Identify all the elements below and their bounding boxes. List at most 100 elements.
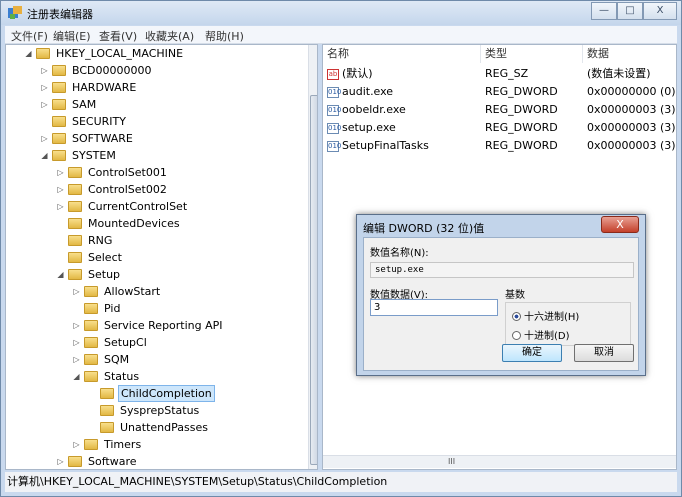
tree-node[interactable]: ▷ ControlSet001 bbox=[6, 164, 306, 181]
expand-arrow-icon[interactable]: ▷ bbox=[72, 321, 81, 330]
close-button[interactable]: X bbox=[643, 2, 677, 20]
expand-arrow-icon[interactable]: ▷ bbox=[56, 185, 65, 194]
base-group-label: 基数 bbox=[505, 290, 525, 301]
tree-node[interactable]: UnattendPasses bbox=[6, 419, 306, 436]
value-row-type[interactable]: REG_DWORD bbox=[485, 137, 583, 155]
registry-tree[interactable]: ▷ Software ▷ Timers UnattendPasses SysprepSta… bbox=[5, 44, 318, 470]
menu-view[interactable]: 查看(V) bbox=[99, 28, 137, 44]
tree-node[interactable]: ▷ CurrentControlSet bbox=[6, 198, 306, 215]
value-row-type[interactable]: REG_SZ bbox=[485, 65, 583, 83]
folder-icon bbox=[68, 201, 82, 212]
regedit-app-icon bbox=[8, 6, 22, 19]
value-row-data[interactable]: 0x00000003 (3) bbox=[587, 137, 676, 155]
tree-node-label: SetupCl bbox=[104, 336, 147, 349]
tree-node[interactable]: ▷ SetupCl bbox=[6, 334, 306, 351]
dialog-close-button[interactable]: X bbox=[601, 216, 639, 233]
expand-arrow-icon[interactable]: ▷ bbox=[40, 66, 49, 75]
tree-node[interactable]: RNG bbox=[6, 232, 306, 249]
value-row-data[interactable]: 0x00000003 (3) bbox=[587, 119, 676, 137]
menu-edit[interactable]: 编辑(E) bbox=[53, 28, 91, 44]
edit-dword-dialog: 编辑 DWORD (32 位)值 X 数值名称(N): setup.exe 数值… bbox=[356, 214, 646, 376]
hex-radio[interactable]: 十六进制(H) bbox=[512, 308, 579, 323]
folder-icon bbox=[52, 82, 66, 93]
tree-node[interactable]: SysprepStatus bbox=[6, 402, 306, 419]
hex-radio-label: 十六进制(H) bbox=[524, 312, 580, 323]
maximize-button[interactable]: □ bbox=[617, 2, 643, 20]
column-header-name[interactable]: 名称 bbox=[323, 45, 481, 63]
expand-arrow-icon[interactable]: ▷ bbox=[40, 83, 49, 92]
dialog-body: 数值名称(N): setup.exe 数值数据(V): 3 基数 十六进制(H)… bbox=[363, 237, 639, 371]
tree-node[interactable]: ▷ SOFTWARE bbox=[6, 130, 306, 147]
value-row-type[interactable]: REG_DWORD bbox=[485, 119, 583, 137]
value-row-type[interactable]: REG_DWORD bbox=[485, 83, 583, 101]
tree-node-label: SYSTEM bbox=[72, 149, 116, 162]
ok-button[interactable]: 确定 bbox=[502, 344, 562, 362]
value-row-name[interactable]: ab (默认) bbox=[327, 65, 481, 83]
list-horizontal-scrollbar[interactable]: III bbox=[323, 455, 676, 468]
tree-node[interactable]: ChildCompletion bbox=[6, 385, 306, 402]
tree-node-label: HKEY_LOCAL_MACHINE bbox=[56, 47, 184, 60]
folder-icon bbox=[84, 439, 98, 450]
tree-node[interactable]: ▷ Software bbox=[6, 453, 306, 469]
collapse-arrow-icon[interactable]: ◢ bbox=[40, 151, 49, 160]
expand-arrow-icon[interactable]: ▷ bbox=[72, 440, 81, 449]
expand-arrow-icon[interactable]: ▷ bbox=[56, 457, 65, 466]
value-row-name[interactable]: 010SetupFinalTasks bbox=[327, 137, 481, 155]
tree-node[interactable]: Pid bbox=[6, 300, 306, 317]
expand-arrow-icon[interactable]: ▷ bbox=[40, 100, 49, 109]
value-row-name[interactable]: 010setup.exe bbox=[327, 119, 481, 137]
tree-node[interactable]: ◢ HKEY_LOCAL_MACHINE bbox=[6, 45, 306, 62]
value-row-data[interactable]: (数值未设置) bbox=[587, 65, 676, 83]
tree-node[interactable]: ▷ AllowStart bbox=[6, 283, 306, 300]
folder-icon bbox=[100, 422, 114, 433]
binary-value-icon: 010 bbox=[327, 140, 342, 152]
column-header-data[interactable]: 数据 bbox=[583, 45, 676, 63]
dialog-title: 编辑 DWORD (32 位)值 bbox=[363, 222, 485, 235]
tree-node[interactable]: ▷ SAM bbox=[6, 96, 306, 113]
tree-node[interactable]: ◢ Setup bbox=[6, 266, 306, 283]
value-row-name[interactable]: 010oobeldr.exe bbox=[327, 101, 481, 119]
tree-node[interactable]: ▷ ControlSet002 bbox=[6, 181, 306, 198]
minimize-button[interactable]: — bbox=[591, 2, 617, 20]
tree-node[interactable]: ▷ HARDWARE bbox=[6, 79, 306, 96]
regedit-window: 注册表编辑器 — □ X 文件(F) 编辑(E) 查看(V) 收藏夹(A) 帮助… bbox=[0, 0, 682, 497]
value-row-name[interactable]: 010audit.exe bbox=[327, 83, 481, 101]
tree-vertical-scrollbar[interactable] bbox=[308, 45, 317, 469]
expand-arrow-icon[interactable]: ▷ bbox=[40, 134, 49, 143]
expand-arrow-icon bbox=[88, 406, 97, 415]
menu-favorites[interactable]: 收藏夹(A) bbox=[145, 28, 194, 44]
tree-scroll-thumb[interactable] bbox=[310, 95, 317, 465]
menu-file[interactable]: 文件(F) bbox=[11, 28, 48, 44]
value-row-data[interactable]: 0x00000003 (3) bbox=[587, 101, 676, 119]
expand-arrow-icon[interactable]: ▷ bbox=[72, 287, 81, 296]
cancel-button[interactable]: 取消 bbox=[574, 344, 634, 362]
expand-arrow-icon[interactable]: ▷ bbox=[56, 202, 65, 211]
tree-node[interactable]: ◢ SYSTEM bbox=[6, 147, 306, 164]
tree-node-label: SysprepStatus bbox=[120, 404, 200, 417]
expand-arrow-icon[interactable]: ▷ bbox=[56, 168, 65, 177]
column-header-type[interactable]: 类型 bbox=[481, 45, 583, 63]
collapse-arrow-icon[interactable]: ◢ bbox=[56, 270, 65, 279]
dec-radio[interactable]: 十进制(D) bbox=[512, 327, 570, 342]
tree-node[interactable]: SECURITY bbox=[6, 113, 306, 130]
tree-node[interactable]: ▷ SQM bbox=[6, 351, 306, 368]
expand-arrow-icon[interactable]: ▷ bbox=[72, 355, 81, 364]
value-name-text: SetupFinalTasks bbox=[342, 139, 429, 152]
collapse-arrow-icon[interactable]: ◢ bbox=[72, 372, 81, 381]
tree-node-label: UnattendPasses bbox=[120, 421, 208, 434]
value-row-type[interactable]: REG_DWORD bbox=[485, 101, 583, 119]
menu-help[interactable]: 帮助(H) bbox=[205, 28, 244, 44]
tree-node-label: SQM bbox=[104, 353, 130, 366]
tree-node[interactable]: ▷ Service Reporting API bbox=[6, 317, 306, 334]
collapse-arrow-icon[interactable]: ◢ bbox=[24, 49, 33, 58]
value-row-data[interactable]: 0x00000000 (0) bbox=[587, 83, 676, 101]
expand-arrow-icon[interactable]: ▷ bbox=[72, 338, 81, 347]
folder-icon bbox=[68, 167, 82, 178]
tree-node[interactable]: ◢ Status bbox=[6, 368, 306, 385]
tree-node[interactable]: ▷ Timers bbox=[6, 436, 306, 453]
folder-icon bbox=[36, 48, 50, 59]
value-data-input[interactable]: 3 bbox=[370, 299, 498, 316]
tree-node[interactable]: Select bbox=[6, 249, 306, 266]
tree-node[interactable]: MountedDevices bbox=[6, 215, 306, 232]
tree-node[interactable]: ▷ BCD00000000 bbox=[6, 62, 306, 79]
